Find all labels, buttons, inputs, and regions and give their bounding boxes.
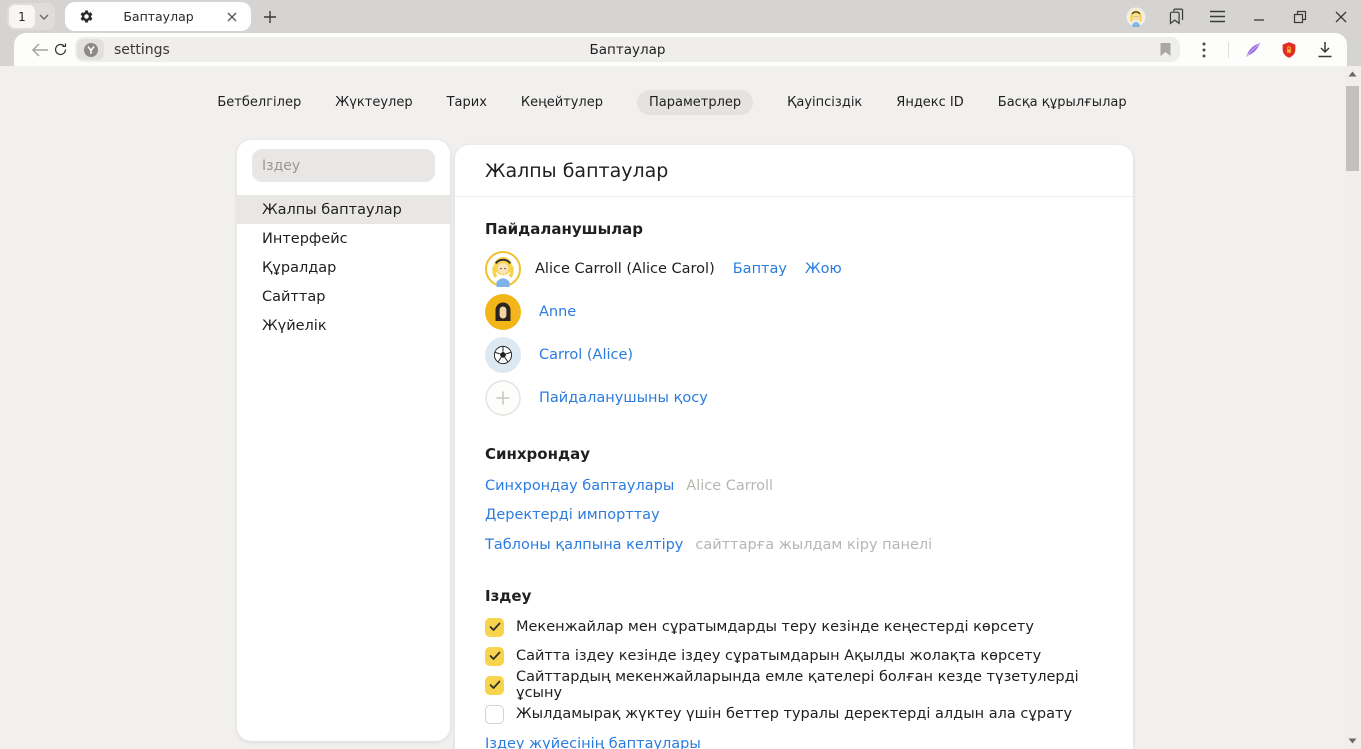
gear-icon	[79, 9, 94, 24]
import-data-link[interactable]: Деректерді импорттау	[485, 507, 660, 523]
add-user-row[interactable]: Пайдаланушыны қосу	[485, 376, 1103, 419]
checkbox-label: Сайттардың мекенжайларында емле қателері…	[516, 669, 1103, 701]
address-bar[interactable]: settings Баптаулар	[75, 37, 1180, 62]
back-icon[interactable]	[30, 36, 51, 64]
feather-extension-icon[interactable]	[1235, 36, 1271, 64]
nav-tab-settings[interactable]: Параметрлер	[637, 90, 753, 115]
nav-tab-extensions[interactable]: Кеңейтулер	[521, 90, 603, 115]
sync-settings-link[interactable]: Синхрондау баптаулары	[485, 478, 674, 494]
checkbox-row-spelling: Сайттардың мекенжайларында емле қателері…	[485, 671, 1103, 700]
checkbox-unchecked-icon[interactable]	[485, 705, 504, 724]
new-tab-button[interactable]	[263, 10, 277, 24]
user-configure-link[interactable]: Баптау	[733, 261, 787, 277]
menu-icon[interactable]	[1197, 0, 1238, 33]
reload-icon[interactable]	[51, 36, 72, 64]
settings-main: Жалпы баптаулар Пайдаланушылар	[455, 145, 1133, 749]
tableau-description: сайттарға жылдам кіру панелі	[695, 537, 932, 553]
checkbox-checked-icon[interactable]	[485, 618, 504, 637]
nav-tab-history[interactable]: Тарих	[447, 90, 487, 115]
scroll-up-icon[interactable]	[1348, 71, 1357, 77]
sidebar-item-sites[interactable]: Сайттар	[237, 282, 450, 311]
page-title: Жалпы баптаулар	[485, 160, 668, 182]
checkbox-checked-icon[interactable]	[485, 647, 504, 666]
user-name-link[interactable]: Anne	[539, 304, 576, 320]
tab-title: Баптаулар	[94, 9, 223, 24]
checkbox-row-site-search: Сайтта іздеу кезінде іздеу сұратымдарын …	[485, 642, 1103, 671]
sidebar-item-tools[interactable]: Құралдар	[237, 253, 450, 282]
kebab-menu-icon[interactable]	[1186, 36, 1222, 64]
sidebar-item-system[interactable]: Жүйелік	[237, 311, 450, 340]
page-title-center: Баптаулар	[75, 42, 1180, 58]
tab-strip: 1 Баптаулар	[0, 0, 1361, 33]
search-section-title: Іздеу	[485, 587, 1103, 605]
sidebar-item-general[interactable]: Жалпы баптаулар	[237, 195, 450, 224]
download-icon[interactable]	[1307, 36, 1343, 64]
nav-tab-downloads[interactable]: Жүктеулер	[335, 90, 412, 115]
browser-tab[interactable]: Баптаулар	[65, 2, 251, 31]
nav-tab-yandex-id[interactable]: Яндекс ID	[896, 90, 964, 115]
restore-icon[interactable]	[1279, 0, 1320, 33]
scrollbar-thumb[interactable]	[1346, 86, 1359, 171]
sync-settings-row: Синхрондау баптаулары Alice Carroll	[485, 471, 1103, 501]
user-row-carrol: Carrol (Alice)	[485, 333, 1103, 376]
restore-tableau-link[interactable]: Таблоны қалпына келтіру	[485, 537, 683, 553]
checkbox-label: Сайтта іздеу кезінде іздеу сұратымдарын …	[516, 648, 1041, 664]
toolbar-row: settings Баптаулар	[0, 33, 1361, 66]
user-name-link[interactable]: Carrol (Alice)	[539, 347, 633, 363]
sidebar-item-interface[interactable]: Интерфейс	[237, 224, 450, 253]
add-user-link[interactable]: Пайдаланушыны қосу	[539, 390, 708, 406]
sync-account-label: Alice Carroll	[686, 478, 773, 494]
sync-section-title: Синхрондау	[485, 445, 1103, 463]
nav-tab-other-devices[interactable]: Басқа құрылғылар	[998, 90, 1127, 115]
user-row-alice: Alice Carroll (Alice Carol) Баптау Жою	[485, 247, 1103, 290]
checkbox-checked-icon[interactable]	[485, 676, 504, 695]
minimize-icon[interactable]	[1238, 0, 1279, 33]
woman-avatar	[485, 294, 521, 330]
settings-nav: Бетбелгілер Жүктеулер Тарих Кеңейтулер П…	[0, 90, 1344, 115]
users-section-title: Пайдаланушылар	[485, 220, 1103, 238]
scroll-down-icon[interactable]	[1348, 738, 1357, 744]
import-data-row: Деректерді импорттау	[485, 501, 1103, 531]
checkbox-row-prefetch: Жылдамырақ жүктеу үшін беттер туралы дер…	[485, 700, 1103, 729]
protect-shield-icon[interactable]	[1271, 36, 1307, 64]
nav-tab-security[interactable]: Қауіпсіздік	[787, 90, 862, 115]
profile-avatar[interactable]	[1115, 0, 1156, 33]
url-text: settings	[114, 42, 170, 58]
nav-tab-bookmarks[interactable]: Бетбелгілер	[217, 90, 301, 115]
checkbox-label: Жылдамырақ жүктеу үшін беттер туралы дер…	[516, 706, 1072, 722]
search-engine-settings-link[interactable]: Іздеу жүйесінің баптаулары	[485, 736, 701, 749]
plus-icon	[485, 380, 521, 416]
tab-close-icon[interactable]	[223, 10, 241, 24]
user-row-anne: Anne	[485, 290, 1103, 333]
settings-sidebar: Жалпы баптаулар Интерфейс Құралдар Сайтт…	[237, 140, 450, 741]
toolbar-divider	[1228, 42, 1229, 58]
settings-page: Бетбелгілер Жүктеулер Тарих Кеңейтулер П…	[0, 66, 1361, 749]
user-name: Alice Carroll (Alice Carol)	[535, 261, 715, 277]
side-panels-icon[interactable]	[1156, 0, 1197, 33]
bookmark-flag-icon[interactable]	[1159, 42, 1172, 57]
checkbox-label: Мекенжайлар мен сұратымдарды теру кезінд…	[516, 619, 1034, 635]
girl-avatar	[485, 251, 521, 287]
close-window-icon[interactable]	[1320, 0, 1361, 33]
soccer-ball-avatar	[485, 337, 521, 373]
page-scrollbar[interactable]	[1344, 66, 1361, 749]
site-favicon[interactable]	[77, 39, 104, 60]
checkbox-row-suggestions: Мекенжайлар мен сұратымдарды теру кезінд…	[485, 613, 1103, 642]
restore-tableau-row: Таблоны қалпына келтіру сайттарға жылдам…	[485, 530, 1103, 560]
chevron-down-icon	[39, 14, 49, 20]
tab-count: 1	[9, 5, 35, 28]
tab-counter-button[interactable]: 1	[7, 3, 55, 30]
search-input[interactable]	[252, 149, 435, 182]
user-delete-link[interactable]: Жою	[805, 261, 842, 277]
